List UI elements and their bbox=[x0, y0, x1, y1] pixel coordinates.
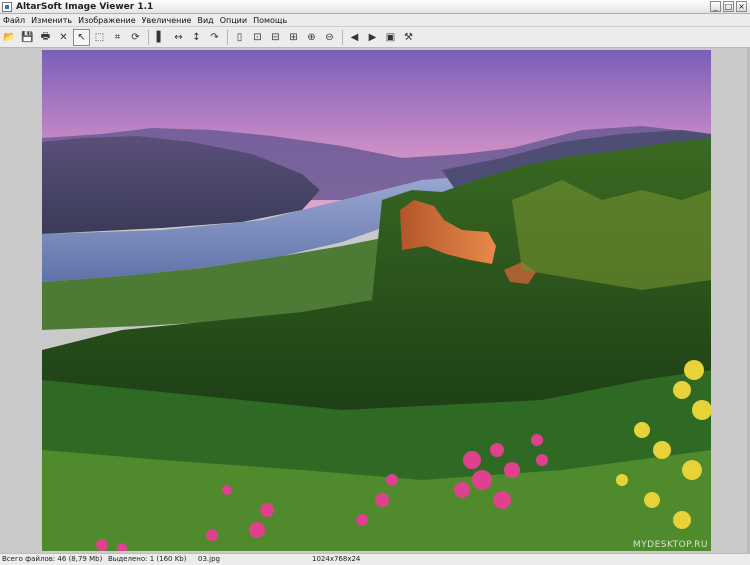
status-total-files: Всего файлов: 46 (8,79 Mb) bbox=[2, 555, 103, 563]
slideshow-button[interactable]: ▣ bbox=[382, 29, 399, 46]
landscape-image bbox=[42, 50, 711, 551]
rotate-icon: ⟳ bbox=[131, 31, 140, 43]
fit-window-icon: ⊡ bbox=[253, 31, 262, 43]
window-controls: _ □ × bbox=[710, 1, 747, 12]
contrast-icon: ▌ bbox=[156, 31, 165, 43]
toolbar-separator bbox=[227, 29, 228, 45]
image-canvas bbox=[0, 48, 750, 553]
zoom-out-icon: ⊖ bbox=[325, 31, 334, 43]
print-icon: 🖶 bbox=[40, 30, 51, 42]
app-icon bbox=[2, 1, 12, 12]
minimize-button[interactable]: _ bbox=[710, 1, 721, 12]
fit-height-button[interactable]: ⊞ bbox=[285, 29, 302, 46]
delete-icon: ✕ bbox=[59, 31, 68, 43]
flip-vertical-button[interactable]: ↕ bbox=[188, 29, 205, 46]
contrast-button[interactable]: ▌ bbox=[152, 29, 169, 46]
previous-icon: ◀ bbox=[350, 31, 359, 43]
rotate-right-button[interactable]: ↷ bbox=[206, 29, 223, 46]
menu-edit[interactable]: Изменить bbox=[28, 16, 75, 25]
print-button[interactable]: 🖶 bbox=[37, 29, 54, 46]
zoom-in-button[interactable]: ⊕ bbox=[303, 29, 320, 46]
flip-horizontal-icon: ↔ bbox=[174, 31, 183, 43]
save-button[interactable]: 💾 bbox=[19, 29, 36, 46]
settings-icon: ⚒ bbox=[404, 31, 413, 43]
select-rect-button[interactable]: ⬚ bbox=[91, 29, 108, 46]
toolbar-separator bbox=[148, 29, 149, 45]
open-folder-icon: 📂 bbox=[3, 31, 16, 43]
toolbar: 📂 💾 🖶 ✕ ↖ ⬚ ⌗ ⟳ ▌ ↔ ↕ ↷ ▯ ⊡ ⊟ ⊞ ⊕ ⊖ ◀ ▶ ▣ ⚒ bbox=[0, 27, 750, 48]
status-dimensions: 1024x768x24 bbox=[312, 555, 361, 563]
page-icon: ▯ bbox=[236, 31, 243, 43]
next-button[interactable]: ▶ bbox=[364, 29, 381, 46]
save-icon: 💾 bbox=[21, 31, 34, 43]
toolbar-separator bbox=[342, 29, 343, 45]
slideshow-icon: ▣ bbox=[385, 31, 396, 43]
fit-width-button[interactable]: ⊟ bbox=[267, 29, 284, 46]
flip-vertical-icon: ↕ bbox=[192, 31, 201, 43]
title-bar: AltarSoft Image Viewer 1.1 _ □ × bbox=[0, 0, 750, 14]
settings-button[interactable]: ⚒ bbox=[400, 29, 417, 46]
pointer-button[interactable]: ↖ bbox=[73, 28, 90, 46]
crop-button[interactable]: ⌗ bbox=[109, 29, 126, 46]
watermark: MYDESKTOP.RU bbox=[632, 540, 708, 550]
select-rect-icon: ⬚ bbox=[94, 31, 105, 43]
zoom-out-button[interactable]: ⊖ bbox=[321, 29, 338, 46]
fit-height-icon: ⊞ bbox=[289, 31, 298, 43]
rotate-right-icon: ↷ bbox=[210, 31, 219, 43]
menu-view[interactable]: Вид bbox=[194, 16, 216, 25]
menu-zoom[interactable]: Увеличение bbox=[139, 16, 195, 25]
fit-width-icon: ⊟ bbox=[271, 31, 280, 43]
window-title: AltarSoft Image Viewer 1.1 bbox=[16, 1, 154, 12]
zoom-in-icon: ⊕ bbox=[307, 31, 316, 43]
fit-window-button[interactable]: ⊡ bbox=[249, 29, 266, 46]
rotate-button[interactable]: ⟳ bbox=[127, 29, 144, 46]
next-icon: ▶ bbox=[368, 31, 377, 43]
status-filename: 03.jpg bbox=[198, 555, 220, 563]
crop-icon: ⌗ bbox=[114, 31, 121, 43]
menu-file[interactable]: Файл bbox=[0, 16, 28, 25]
delete-button[interactable]: ✕ bbox=[55, 29, 72, 46]
menu-image[interactable]: Изображение bbox=[75, 16, 139, 25]
page-button[interactable]: ▯ bbox=[231, 29, 248, 46]
open-folder-button[interactable]: 📂 bbox=[1, 29, 18, 46]
pointer-icon: ↖ bbox=[77, 31, 86, 43]
menu-help[interactable]: Помощь bbox=[250, 16, 290, 25]
status-selected: Выделено: 1 (160 Kb) bbox=[108, 555, 187, 563]
menu-options[interactable]: Опции bbox=[217, 16, 250, 25]
close-button[interactable]: × bbox=[736, 1, 747, 12]
status-bar: Всего файлов: 46 (8,79 Mb) Выделено: 1 (… bbox=[0, 553, 750, 565]
previous-button[interactable]: ◀ bbox=[346, 29, 363, 46]
maximize-button[interactable]: □ bbox=[723, 1, 734, 12]
menu-bar: Файл Изменить Изображение Увеличение Вид… bbox=[0, 14, 750, 27]
flip-horizontal-button[interactable]: ↔ bbox=[170, 29, 187, 46]
photo-landscape bbox=[42, 50, 711, 551]
